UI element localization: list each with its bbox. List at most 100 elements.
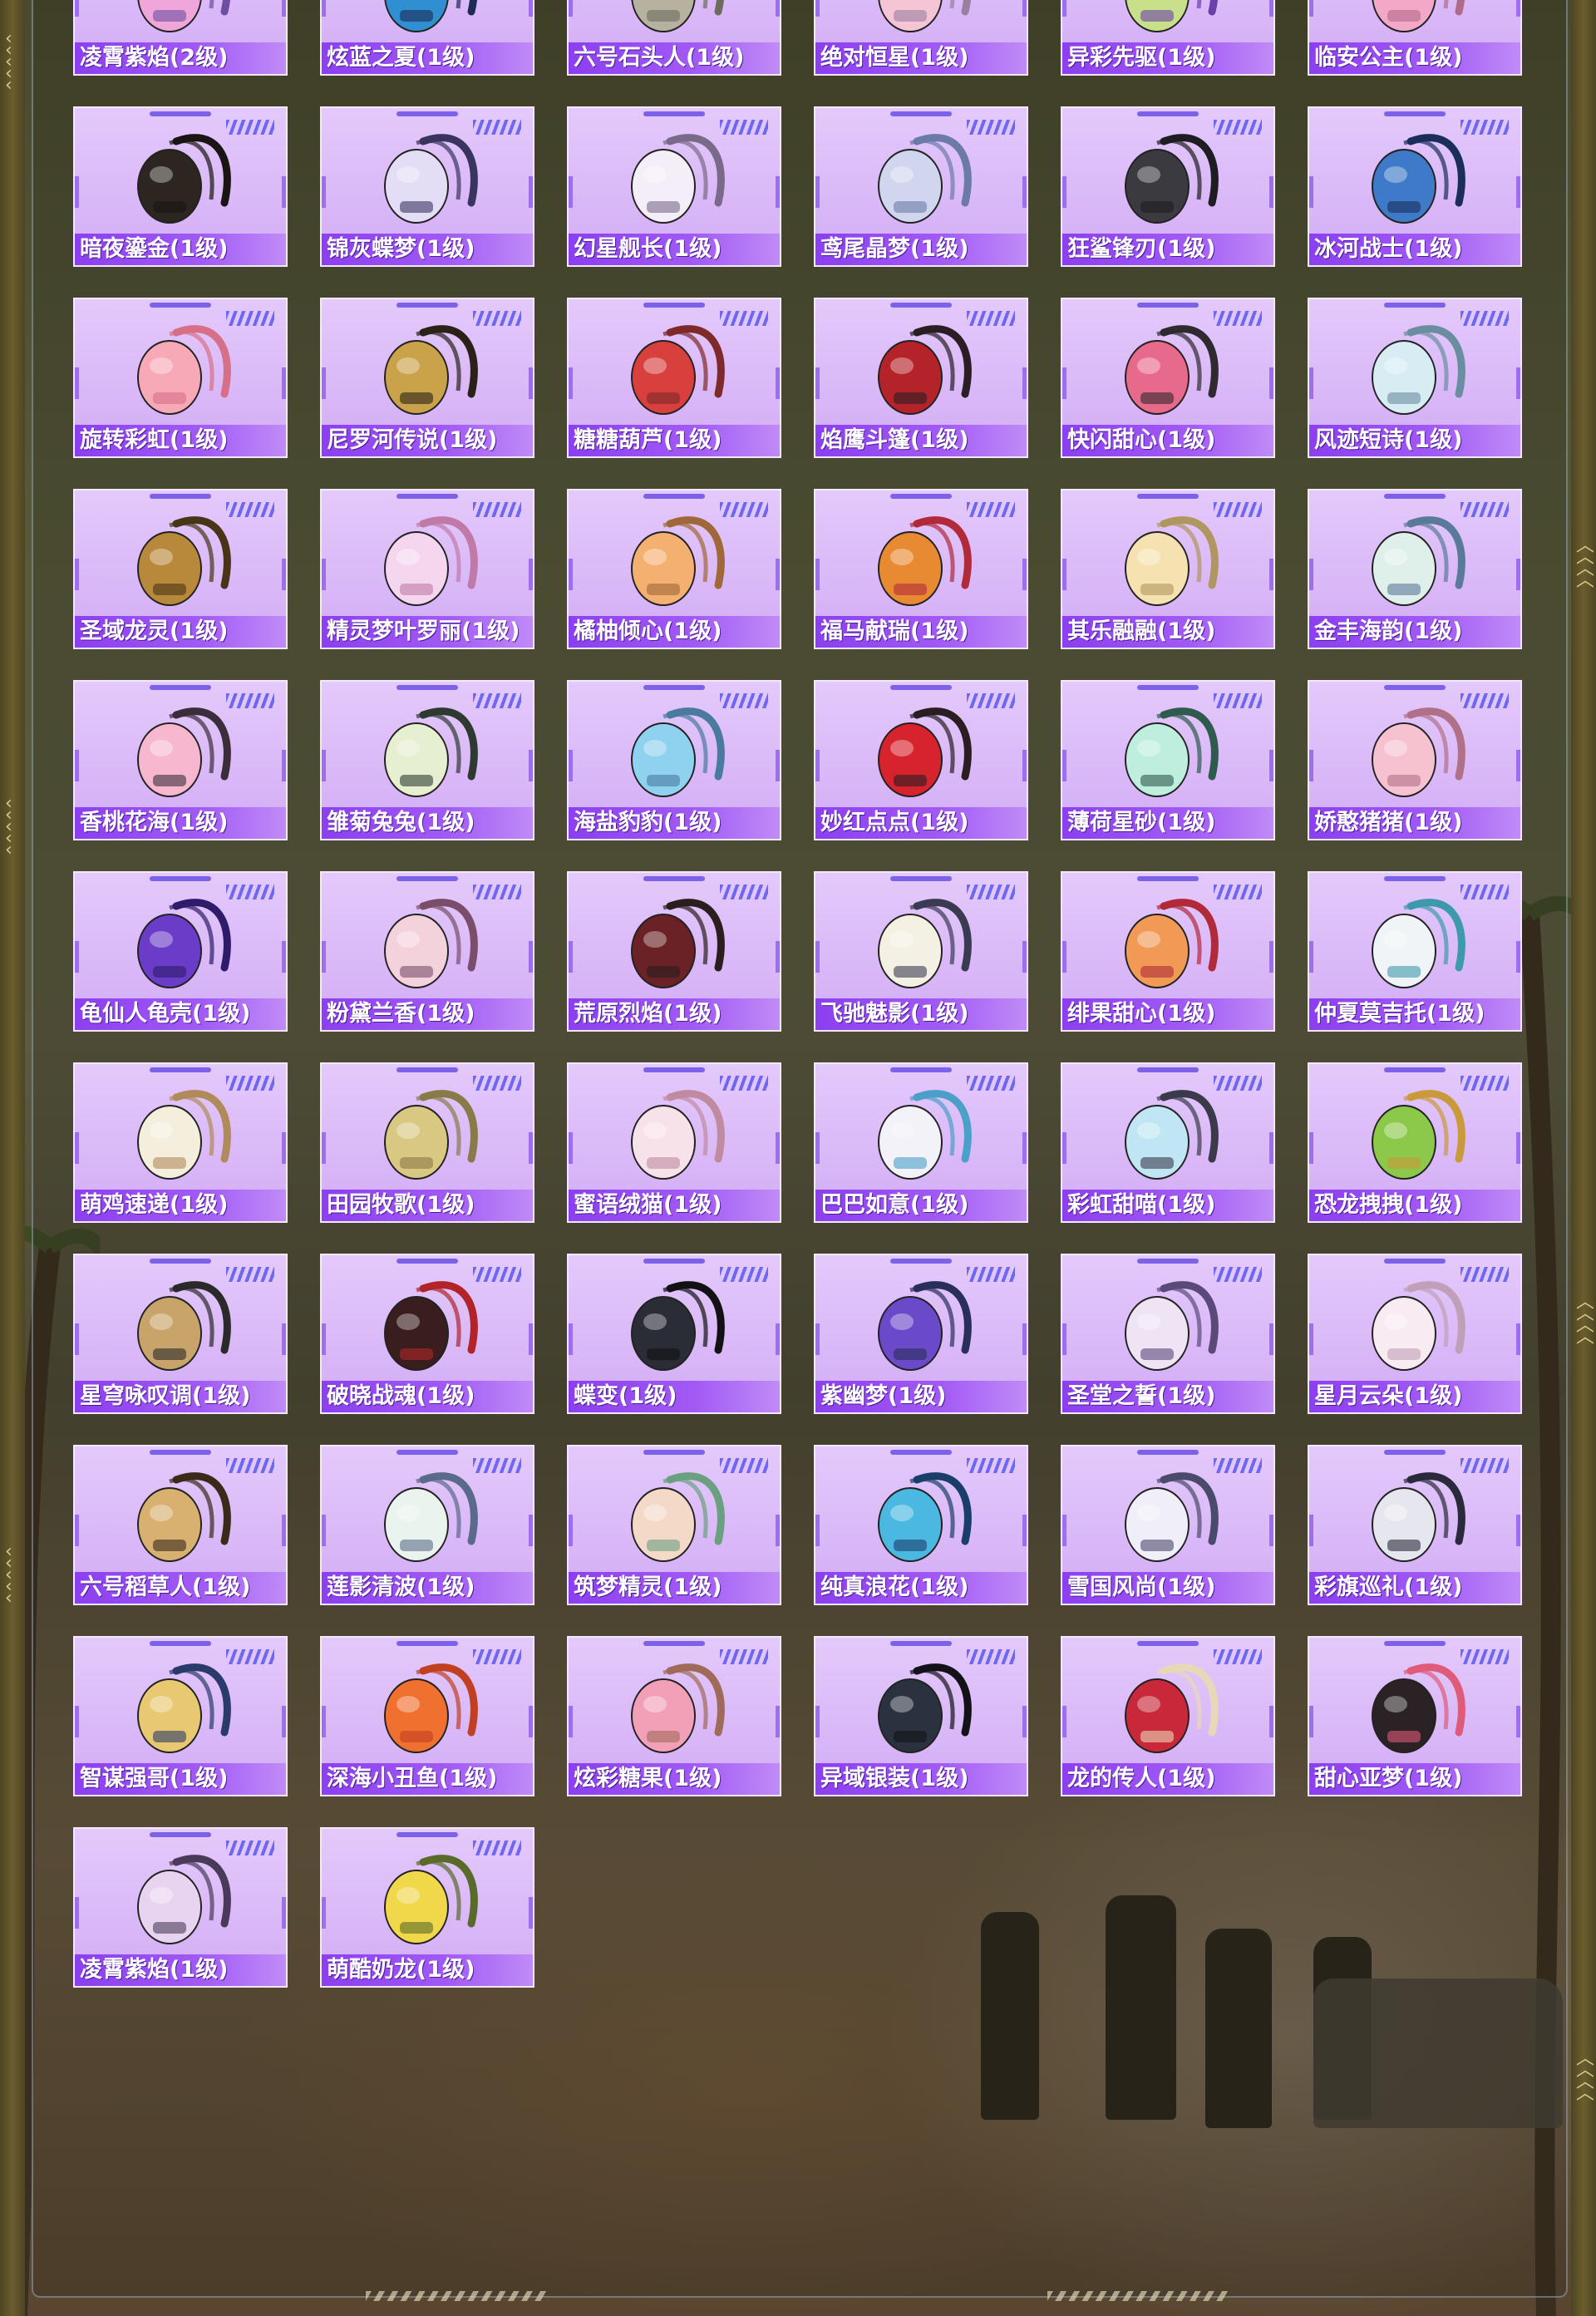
- backpack-item-card[interactable]: 福马献瑞(1级): [814, 489, 1028, 649]
- backpack-item-card[interactable]: 异彩先驱(1级): [1061, 0, 1275, 76]
- backpack-item-card[interactable]: 星穹咏叹调(1级): [73, 1254, 288, 1414]
- backpack-dawn-icon: [384, 1281, 478, 1371]
- backpack-item-card[interactable]: 快闪甜心(1级): [1061, 298, 1275, 458]
- backpack-item-card[interactable]: 妙红点点(1级): [814, 680, 1028, 840]
- backpack-item-card[interactable]: 冰河战士(1级): [1308, 106, 1522, 267]
- backpack-item-card[interactable]: 薄荷星砂(1级): [1061, 680, 1275, 840]
- backpack-item-card[interactable]: 鸢尾晶梦(1级): [814, 106, 1028, 267]
- backpack-item-card[interactable]: 智谋强哥(1级): [73, 1636, 288, 1796]
- backpack-item-card[interactable]: 飞驰魅影(1级): [814, 871, 1028, 1032]
- backpack-item-card[interactable]: 星月云朵(1级): [1308, 1254, 1522, 1414]
- card-side-tab: [529, 559, 533, 590]
- backpack-item-card[interactable]: 深海小丑鱼(1级): [320, 1636, 534, 1796]
- backpack-item-card[interactable]: 绝对恒星(1级): [814, 0, 1028, 76]
- card-side-tab: [529, 750, 533, 781]
- item-label: 金丰海韵(1级): [1309, 616, 1520, 648]
- backpack-item-card[interactable]: 彩旗巡礼(1级): [1308, 1445, 1522, 1605]
- backpack-item-card[interactable]: 巴巴如意(1级): [814, 1062, 1028, 1223]
- backpack-item-card[interactable]: 蝶变(1级): [567, 1254, 781, 1414]
- backpack-item-card[interactable]: 金丰海韵(1级): [1308, 489, 1522, 649]
- backpack-item-card[interactable]: 凌霄紫焰(2级): [73, 0, 288, 76]
- backpack-item-card[interactable]: 田园牧歌(1级): [320, 1062, 534, 1223]
- card-side-tab: [1516, 1323, 1520, 1355]
- card-side-tab: [75, 1897, 79, 1929]
- card-side-tab: [815, 1132, 820, 1164]
- backpack-item-card[interactable]: 绯果甜心(1级): [1061, 871, 1275, 1032]
- backpack-item-card[interactable]: 橘柚倾心(1级): [567, 489, 781, 649]
- backpack-item-card[interactable]: 粉黛兰香(1级): [320, 871, 534, 1032]
- item-label: 海盐豹豹(1级): [569, 807, 780, 839]
- card-side-tab: [1269, 1323, 1273, 1355]
- backpack-item-card[interactable]: 临安公主(1级): [1308, 0, 1522, 76]
- card-side-tab: [815, 367, 820, 399]
- backpack-item-card[interactable]: 紫幽梦(1级): [814, 1254, 1028, 1414]
- backpack-dino-icon: [1372, 1090, 1465, 1180]
- chevron-left-icon: ‹ ‹ ‹ ‹ ‹: [5, 1541, 12, 1609]
- backpack-item-card[interactable]: 筑梦精灵(1级): [567, 1445, 781, 1605]
- card-side-tab: [569, 750, 573, 781]
- backpack-item-card[interactable]: 仲夏莫吉托(1级): [1308, 871, 1522, 1032]
- backpack-item-card[interactable]: 旋转彩虹(1级): [73, 298, 288, 458]
- backpack-item-card[interactable]: 荒原烈焰(1级): [567, 871, 781, 1032]
- backpack-item-card[interactable]: 莲影清波(1级): [320, 1445, 534, 1605]
- backpack-item-card[interactable]: 恐龙拽拽(1级): [1308, 1062, 1522, 1223]
- backpack-item-card[interactable]: 锦灰蝶梦(1级): [320, 106, 534, 267]
- backpack-item-card[interactable]: 炫蓝之夏(1级): [320, 0, 534, 76]
- item-label: 娇憨猪猪(1级): [1309, 807, 1520, 839]
- backpack-item-card[interactable]: 狂鲨锋刃(1级): [1061, 106, 1275, 267]
- backpack-iris-icon: [878, 134, 972, 224]
- backpack-item-card[interactable]: 焰鹰斗篷(1级): [814, 298, 1028, 458]
- item-label: 福马献瑞(1级): [815, 616, 1027, 648]
- card-side-tab: [529, 367, 533, 399]
- card-top-bar: [150, 1641, 211, 1646]
- card-top-bar: [890, 303, 952, 308]
- backpack-item-card[interactable]: 糖糖葫芦(1级): [567, 298, 781, 458]
- item-label: 旋转彩虹(1级): [75, 425, 286, 456]
- backpack-item-card[interactable]: 萌酷奶龙(1级): [320, 1827, 534, 1988]
- backpack-item-card[interactable]: 甜心亚梦(1级): [1308, 1636, 1522, 1796]
- card-top-bar: [1137, 876, 1199, 881]
- backpack-item-card[interactable]: 龙的传人(1级): [1061, 1636, 1275, 1796]
- backpack-amu-icon: [1372, 1663, 1465, 1753]
- backpack-item-card[interactable]: 圣域龙灵(1级): [73, 489, 288, 649]
- backpack-item-card[interactable]: 彩虹甜喵(1级): [1061, 1062, 1275, 1223]
- card-side-tab: [776, 559, 780, 590]
- backpack-item-card[interactable]: 雪国风尚(1级): [1061, 1445, 1275, 1605]
- backpack-item-card[interactable]: 异域银装(1级): [814, 1636, 1028, 1796]
- backpack-item-card[interactable]: 六号石头人(1级): [567, 0, 781, 76]
- backpack-item-card[interactable]: 尼罗河传说(1级): [320, 298, 534, 458]
- item-label: 纯真浪花(1级): [815, 1572, 1027, 1604]
- backpack-item-card[interactable]: 蜜语绒猫(1级): [567, 1062, 781, 1223]
- backpack-item-card[interactable]: 纯真浪花(1级): [814, 1445, 1028, 1605]
- backpack-horse-icon: [878, 516, 972, 606]
- backpack-item-card[interactable]: 炫彩糖果(1级): [567, 1636, 781, 1796]
- item-label: 巴巴如意(1级): [815, 1190, 1027, 1221]
- backpack-item-card[interactable]: 其乐融融(1级): [1061, 489, 1275, 649]
- card-top-bar: [150, 1259, 211, 1264]
- bottom-deco-right: [1047, 2291, 1230, 2301]
- backpack-item-card[interactable]: 破晓战魂(1级): [320, 1254, 534, 1414]
- backpack-item-card[interactable]: 雏菊兔兔(1级): [320, 680, 534, 840]
- backpack-item-card[interactable]: 精灵梦叶罗丽(1级): [320, 489, 534, 649]
- backpack-item-card[interactable]: 香桃花海(1级): [73, 680, 288, 840]
- card-side-tab: [1516, 367, 1520, 399]
- backpack-item-card[interactable]: 海盐豹豹(1级): [567, 680, 781, 840]
- backpack-item-card[interactable]: 娇憨猪猪(1级): [1308, 680, 1522, 840]
- card-side-tab: [1309, 1515, 1313, 1546]
- card-top-bar: [150, 303, 211, 308]
- backpack-item-card[interactable]: 六号稻草人(1级): [73, 1445, 288, 1605]
- backpack-item-card[interactable]: 暗夜鎏金(1级): [73, 106, 288, 267]
- card-side-tab: [282, 1706, 286, 1737]
- backpack-item-card[interactable]: 凌霄紫焰(1级): [73, 1827, 288, 1988]
- card-top-bar: [150, 494, 211, 499]
- backpack-item-card[interactable]: 风迹短诗(1级): [1308, 298, 1522, 458]
- backpack-item-card[interactable]: 龟仙人龟壳(1级): [73, 871, 288, 1032]
- card-top-bar: [643, 1641, 705, 1646]
- card-side-tab: [322, 1897, 326, 1929]
- card-side-tab: [569, 1323, 573, 1355]
- backpack-item-card[interactable]: 萌鸡速递(1级): [73, 1062, 288, 1223]
- backpack-item-card[interactable]: 圣堂之誓(1级): [1061, 1254, 1275, 1414]
- card-side-tab: [569, 1132, 573, 1164]
- backpack-item-card[interactable]: 幻星舰长(1级): [567, 106, 781, 267]
- item-label: 精灵梦叶罗丽(1级): [322, 616, 533, 648]
